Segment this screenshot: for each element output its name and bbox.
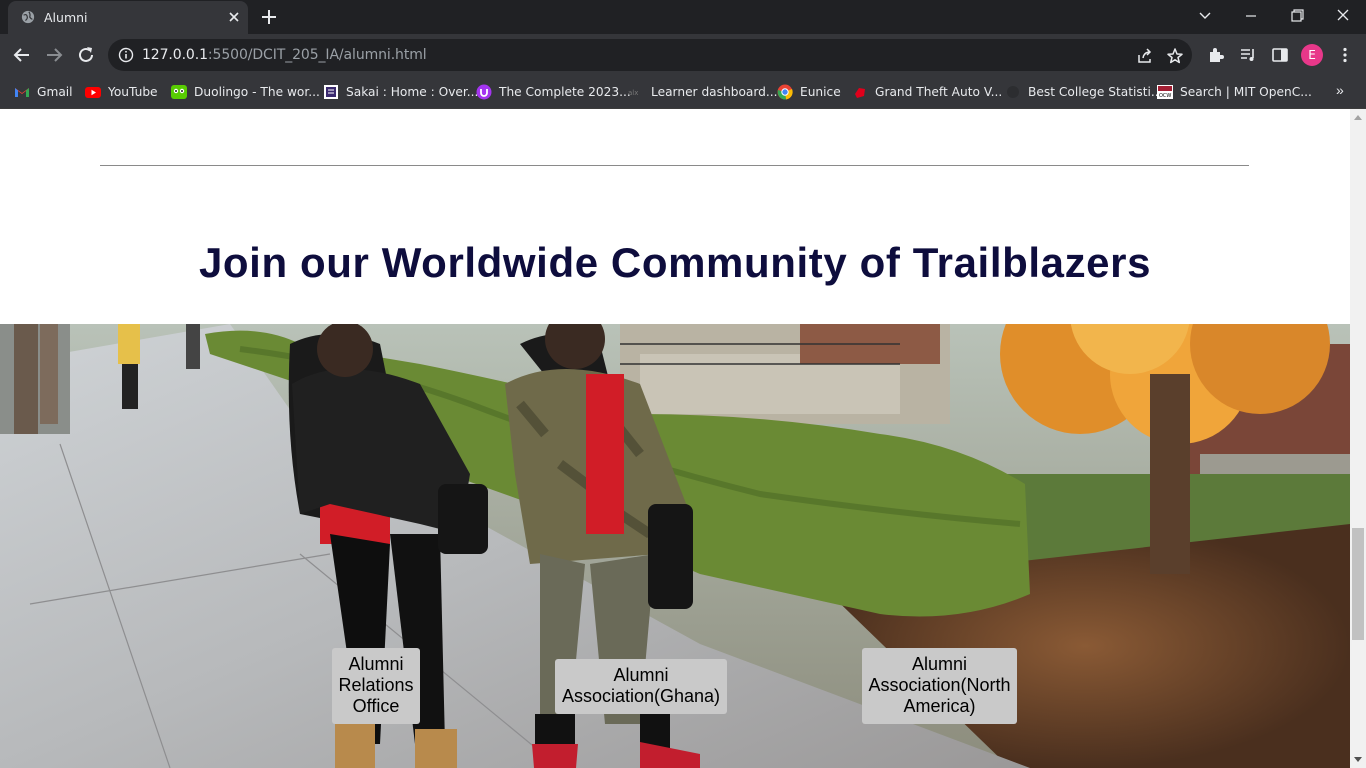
bookmark-gmail[interactable]: Gmail [14,82,73,102]
close-window-icon[interactable] [1332,6,1354,26]
card-line: Alumni [911,654,968,674]
scrollbar-thumb[interactable] [1352,528,1364,640]
page-scrollbar[interactable] [1350,109,1366,768]
menu-kebab-icon[interactable] [1336,46,1354,64]
page-viewport: Join our Worldwide Community of Trailbla… [0,109,1350,768]
bookmark-label: YouTube [108,85,158,99]
bookmark-sakai[interactable]: Sakai : Home : Over... [323,82,478,102]
bookmark-eunice[interactable]: Eunice [777,82,841,102]
reload-icon[interactable] [75,44,97,66]
bookmark-udemy[interactable]: The Complete 2023... [476,82,631,102]
card-line: America) [903,696,976,716]
tab-strip: Alumni [0,0,1366,34]
bookmark-label: Eunice [800,85,841,99]
scroll-up-arrow-icon[interactable] [1353,113,1363,121]
restore-icon[interactable] [1286,6,1308,26]
media-queue-icon[interactable] [1239,46,1257,64]
svg-text:OCW: OCW [1159,93,1171,99]
browser-toolbar: 127.0.0.1:5500/DCIT_205_IA/alumni.html E [0,34,1366,76]
bookmark-mit-ocw[interactable]: OCW Search | MIT OpenC... [1157,82,1312,102]
address-bar[interactable]: 127.0.0.1:5500/DCIT_205_IA/alumni.html [108,39,1192,71]
bookmarks-bar: Gmail YouTube Duolingo - The wor... Saka… [0,76,1366,109]
share-icon[interactable] [1136,47,1154,65]
bookmark-gta[interactable]: Grand Theft Auto V... [852,82,1002,102]
url-host: 127.0.0.1 [142,47,208,63]
globe-icon [21,10,35,24]
tab-alumni[interactable]: Alumni [8,1,248,34]
minimize-icon[interactable] [1240,6,1262,26]
bookmark-label: Best College Statisti... [1028,85,1163,99]
svg-text:alx: alx [628,89,638,97]
card-line: Alumni [348,654,404,674]
tab-search-icon[interactable] [1194,6,1216,26]
extensions-icon[interactable] [1207,46,1225,64]
page-heading: Join our Worldwide Community of Trailbla… [198,239,1152,286]
bookmark-label: Sakai : Home : Over... [346,85,479,99]
tab-title: Alumni [44,10,88,25]
bookmark-learner-dashboard[interactable]: alx Learner dashboard... [628,82,778,102]
new-tab-icon[interactable] [260,8,278,26]
back-icon[interactable] [11,44,33,66]
bookmark-label: Duolingo - The wor... [194,85,320,99]
bookmark-label: The Complete 2023... [499,85,631,99]
side-panel-icon[interactable] [1271,46,1289,64]
card-line: Association(North [868,675,1011,695]
card-line: Association(Ghana) [561,686,721,706]
scroll-down-arrow-icon[interactable] [1353,756,1363,764]
hero-photo: Alumni Relations Office Alumni Associati… [0,324,1350,768]
youtube-icon [85,87,101,98]
gmail-icon [15,88,29,97]
sakai-icon [324,85,338,99]
card-line: Relations [338,675,414,695]
udemy-icon [476,84,492,100]
alumni-association-ghana-button[interactable]: Alumni Association(Ghana) [555,659,727,714]
close-tab-icon[interactable] [226,9,242,25]
chrome-profile-icon [777,84,793,100]
duolingo-icon [171,85,187,99]
bookmark-label: Gmail [37,85,73,99]
bookmark-youtube[interactable]: YouTube [85,82,158,102]
alumni-relations-office-button[interactable]: Alumni Relations Office [332,648,420,724]
mit-ocw-icon: OCW [1157,85,1173,99]
card-line: Alumni [613,665,669,685]
bookmark-label: Search | MIT OpenC... [1180,85,1312,99]
bookmark-label: Learner dashboard... [651,85,778,99]
url-path: :5500/DCIT_205_IA/alumni.html [207,47,427,63]
bookmarks-overflow-button[interactable]: » [1336,82,1344,98]
forward-icon[interactable] [43,44,65,66]
bookmark-star-icon[interactable] [1166,47,1184,65]
profile-avatar[interactable]: E [1301,44,1323,66]
gta-icon [855,88,865,98]
site-info-icon[interactable] [118,47,134,63]
site-icon [1007,86,1019,98]
url-text: 127.0.0.1:5500/DCIT_205_IA/alumni.html [142,47,427,63]
bookmark-best-college[interactable]: Best College Statisti... [1005,82,1163,102]
section-divider [100,165,1249,166]
alumni-association-north-america-button[interactable]: Alumni Association(North America) [862,648,1017,724]
alx-icon: alx [628,89,638,97]
bookmark-label: Grand Theft Auto V... [875,85,1003,99]
card-line: Office [352,696,400,716]
bookmark-duolingo[interactable]: Duolingo - The wor... [171,82,320,102]
